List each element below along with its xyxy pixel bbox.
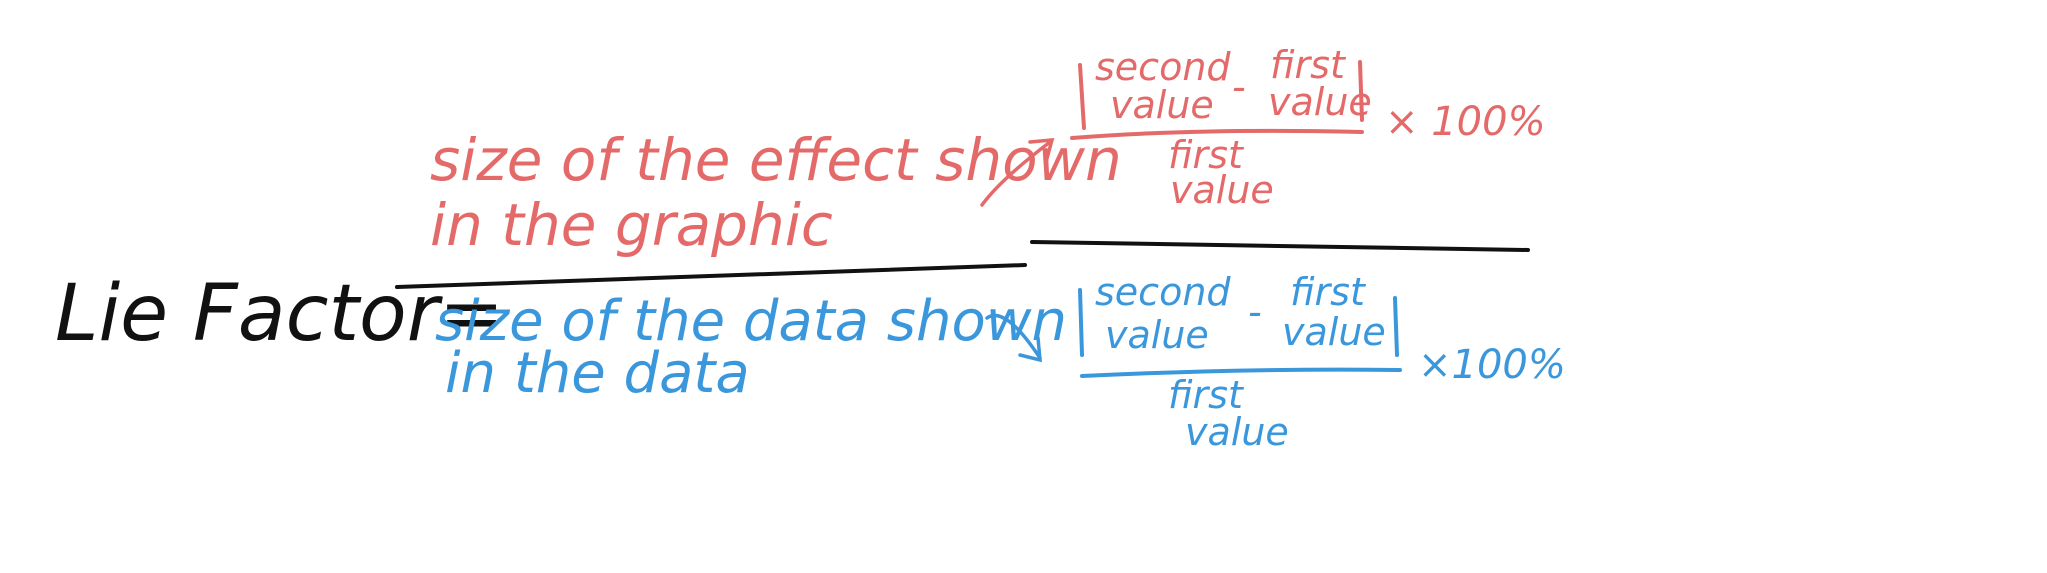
graphic-effect-formula: second value - first value first value ×… xyxy=(1070,43,1546,212)
denominator-line2: in the data xyxy=(445,341,750,406)
divisor-value: value xyxy=(1185,410,1289,454)
numerator-line2: in the graphic xyxy=(430,191,833,259)
numerator-line1: size of the effect shown xyxy=(430,126,1122,194)
lie-factor-diagram: Lie Factor= size of the effect shown in … xyxy=(55,43,1566,454)
first-value-text-2: value xyxy=(1282,310,1386,354)
right-fraction-line xyxy=(1030,240,1530,252)
second-value-text-2: value xyxy=(1110,83,1214,127)
second-value-text-2: value xyxy=(1105,313,1209,357)
data-change-formula: second value - first value first value ×… xyxy=(1078,270,1566,454)
first-value-text: first xyxy=(1290,270,1367,314)
times-100-percent: × 100% xyxy=(1385,99,1546,145)
divisor-value: value xyxy=(1170,168,1274,212)
first-value-text-2: value xyxy=(1268,80,1372,124)
second-value-text: second xyxy=(1095,270,1231,314)
times-100-percent: ×100% xyxy=(1418,342,1566,388)
minus-sign: - xyxy=(1248,290,1262,334)
minus-sign: - xyxy=(1232,65,1246,109)
